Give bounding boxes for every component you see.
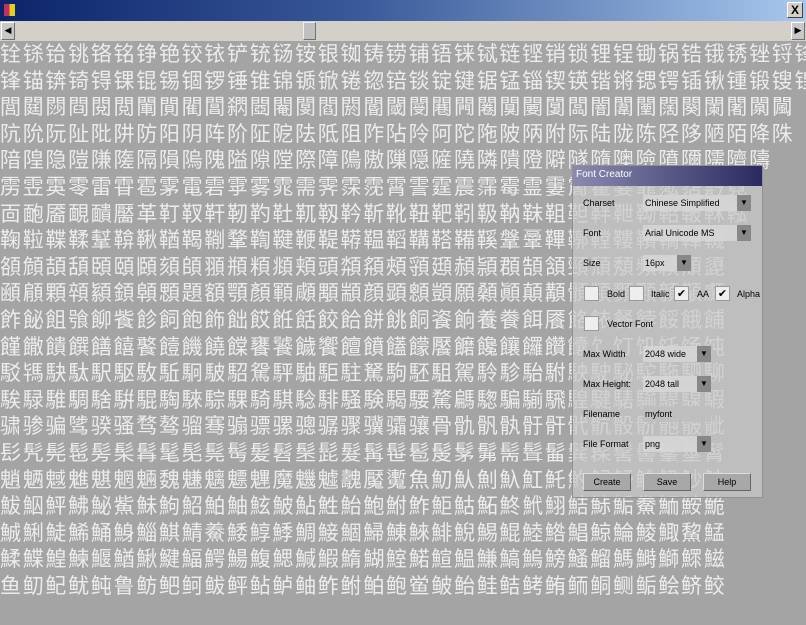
alpha-label: Alpha bbox=[737, 289, 761, 299]
glyph-row: 铨铩铪铫铬铭铮铯铰铱铲铳铴铵银铷铸铹铺铻铼铽链铿销锁锂锃锄锅锆锇锈锉锊锋锌锎锏 bbox=[0, 42, 806, 66]
size-select[interactable]: 16px ▼ bbox=[643, 255, 691, 271]
file-format-value: png bbox=[645, 439, 661, 449]
max-width-select[interactable]: 2048 wide ▼ bbox=[643, 346, 711, 362]
max-height-value: 2048 tall bbox=[645, 379, 680, 389]
max-width-label: Max Width bbox=[583, 349, 626, 359]
title-bar: X bbox=[0, 0, 806, 21]
app-icon bbox=[4, 4, 15, 16]
scroll-thumb[interactable] bbox=[303, 22, 316, 40]
chevron-down-icon[interactable]: ▼ bbox=[737, 195, 751, 211]
create-button[interactable]: Create bbox=[583, 473, 631, 491]
chevron-down-icon[interactable]: ▼ bbox=[697, 346, 711, 362]
file-format-select[interactable]: png ▼ bbox=[643, 436, 711, 452]
max-width-value: 2048 wide bbox=[645, 349, 687, 359]
charset-label: Charset bbox=[583, 198, 615, 208]
glyph-row: 鯎鯏鯐鯑鯒鯓鯔鯕鯖鯗鯘鯙鯚鯛鯜鯝鯞鯟鯠鯡鯢鯣鯤鯥鯦鯧鯨鯩鯪鯫鯬鯭 bbox=[0, 520, 727, 545]
filename-label: Filename bbox=[583, 409, 621, 419]
max-height-select[interactable]: 2048 tall ▼ bbox=[643, 376, 711, 392]
dialog-title: Font Creator bbox=[573, 166, 762, 186]
chevron-down-icon[interactable]: ▼ bbox=[737, 225, 751, 241]
filename-input[interactable]: myfont bbox=[643, 406, 711, 422]
bold-checkbox[interactable] bbox=[584, 286, 599, 301]
vector-font-label: Vector Font bbox=[607, 319, 654, 329]
save-button[interactable]: Save bbox=[643, 473, 691, 491]
scroll-right-button[interactable]: ▶ bbox=[791, 22, 805, 40]
chevron-down-icon[interactable]: ▼ bbox=[697, 436, 711, 452]
glyph-row: 鱼鱽鱾鱿鲀鲁鲂鲃鲄鲅鲆鲇鲈鲉鲊鲋鲌鲍鲎鲏鲐鲑鲒鲓鲔鲕鲖鲗鲘鲙鲚鲛 bbox=[0, 573, 727, 598]
charset-select[interactable]: Chinese Simplified ▼ bbox=[643, 195, 751, 211]
aa-label: AA bbox=[697, 289, 710, 299]
alpha-checkbox[interactable]: ✔ bbox=[715, 286, 730, 301]
file-format-label: File Format bbox=[583, 439, 629, 449]
font-creator-dialog: Font Creator Charset Chinese Simplified ▼… bbox=[572, 165, 763, 498]
max-height-label: Max Height: bbox=[583, 379, 632, 389]
aa-checkbox[interactable]: ✔ bbox=[674, 286, 689, 301]
horizontal-scrollbar[interactable]: ◀ ▶ bbox=[0, 21, 806, 41]
glyph-row: 阬阭阮阯阰阱防阳阴阵阶阷阸阹阺阻阼阽阾阿陀陁陂陃附际陆陇陈陉陊陋陌降陎 bbox=[0, 121, 795, 146]
italic-checkbox[interactable] bbox=[629, 286, 644, 301]
bold-label: Bold bbox=[607, 289, 626, 299]
glyph-row: 鰇鰈鰉鰊鰋鰌鰍鰎鰏鰐鰑鰒鰓鰔鰕鰖鰗鰘鰙鰚鰛鰜鰝鰞鰟鰠鰡鰢鰣鰤鰥鰦 bbox=[0, 547, 727, 572]
chevron-down-icon[interactable]: ▼ bbox=[697, 376, 711, 392]
vector-font-checkbox[interactable] bbox=[584, 316, 599, 331]
font-value: Arial Unicode MS bbox=[645, 228, 715, 238]
italic-label: Italic bbox=[651, 289, 670, 299]
close-button[interactable]: X bbox=[787, 2, 803, 18]
font-label: Font bbox=[583, 228, 602, 238]
glyph-row: 锋锚锛锜锝锞锟锡锢锣锤锥锦锧锨锩锪锫锬锭键锯锰锱锲锳锴锵锶锷锸锹锺锻锼锽锾 bbox=[0, 68, 806, 93]
charset-value: Chinese Simplified bbox=[645, 198, 720, 208]
help-button[interactable]: Help bbox=[703, 473, 751, 491]
glyph-row: 閭閮閯閰閱閲閳閴閵閶閷閸閹閺閻閼閽閾閿闀闁闂闃闄闅闆闇闈闉闊闋闌闍闎闏 bbox=[0, 95, 795, 120]
size-label: Size bbox=[583, 258, 601, 268]
font-select[interactable]: Arial Unicode MS ▼ bbox=[643, 225, 751, 241]
scroll-left-button[interactable]: ◀ bbox=[1, 22, 15, 40]
chevron-down-icon[interactable]: ▼ bbox=[677, 255, 691, 271]
size-value: 16px bbox=[645, 258, 665, 268]
